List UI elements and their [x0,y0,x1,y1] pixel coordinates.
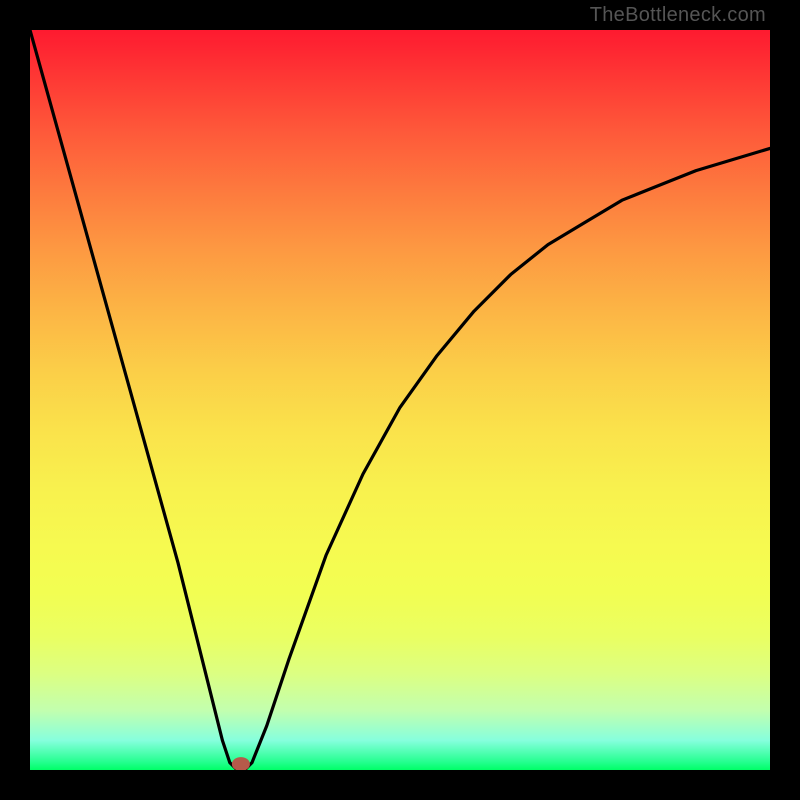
min-marker [232,757,250,770]
watermark-text: TheBottleneck.com [590,4,766,27]
curve-svg [30,30,770,770]
plot-area [30,30,770,770]
bottleneck-curve-path [30,30,770,770]
chart-frame: TheBottleneck.com [0,0,800,800]
